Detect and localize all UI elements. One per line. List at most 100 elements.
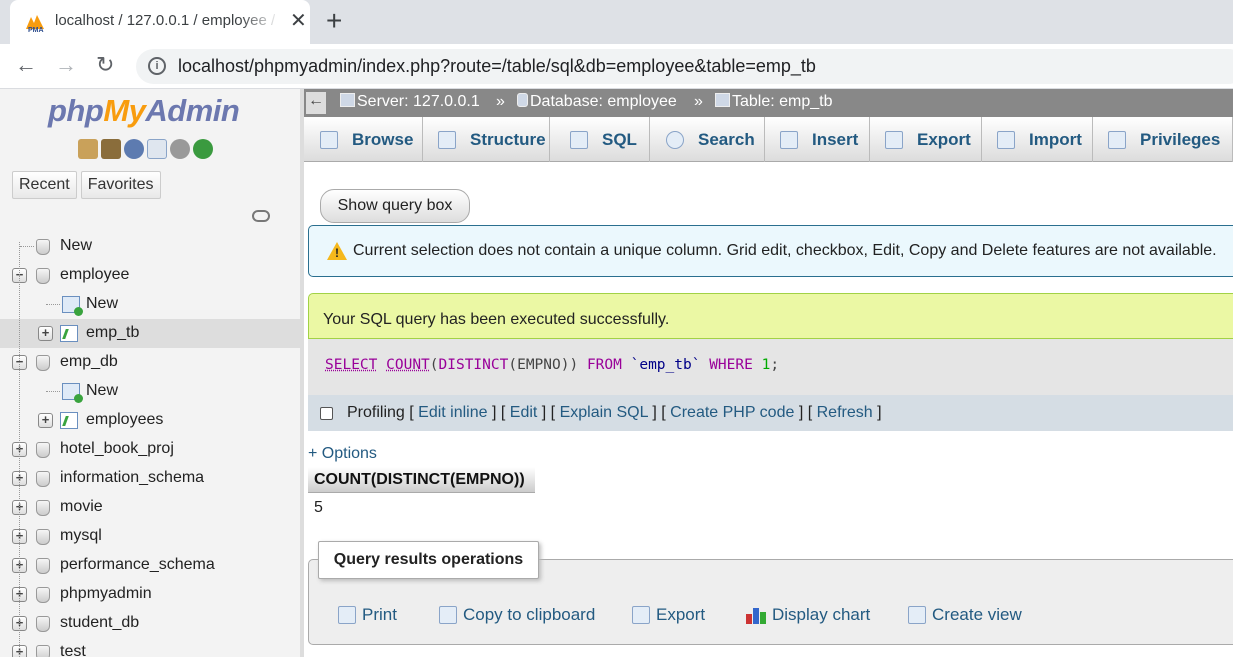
print-link[interactable]: Print xyxy=(338,605,397,625)
tree-item-employee[interactable]: − employee xyxy=(0,261,300,290)
tab-search-label: Search xyxy=(698,129,755,149)
display-chart-label: Display chart xyxy=(772,605,871,624)
tree-item-student-db[interactable]: + student_db xyxy=(0,609,300,638)
logout-icon[interactable] xyxy=(101,139,121,159)
tree-item-phpmyadmin[interactable]: + phpmyadmin xyxy=(0,580,300,609)
browser-tab[interactable]: PMA localhost / 127.0.0.1 / employee / e… xyxy=(10,0,310,44)
tab-insert-label: Insert xyxy=(812,129,859,149)
tree-item-label: New xyxy=(60,237,93,254)
expand-icon[interactable]: + xyxy=(38,326,53,341)
browser-tabbar: PMA localhost / 127.0.0.1 / employee / e… xyxy=(0,0,1233,44)
sql-fn-count[interactable]: COUNT xyxy=(386,357,430,373)
sql-query-display: SELECT COUNT(DISTINCT(EMPNO)) FROM `emp_… xyxy=(308,339,1233,395)
export-label: Export xyxy=(656,605,706,624)
docs-icon[interactable] xyxy=(147,139,167,159)
create-view-link[interactable]: Create view xyxy=(908,605,1022,625)
tree-item-hotel-book-proj[interactable]: + hotel_book_proj xyxy=(0,435,300,464)
new-icon xyxy=(36,239,50,255)
home-icon[interactable] xyxy=(78,139,98,159)
tab-browse[interactable]: Browse xyxy=(304,117,423,162)
expand-icon[interactable]: + xyxy=(38,413,53,428)
url-text[interactable]: localhost/phpmyadmin/index.php?route=/ta… xyxy=(178,56,816,77)
tree-item-information-schema[interactable]: + information_schema xyxy=(0,464,300,493)
result-cell: 5 xyxy=(314,499,323,516)
tree-item-mysql[interactable]: + mysql xyxy=(0,522,300,551)
edit-inline-link[interactable]: Edit inline xyxy=(418,404,487,421)
pma-favicon-icon: PMA xyxy=(26,15,44,33)
tree-item-new[interactable]: New xyxy=(0,290,300,319)
tab-search[interactable]: Search xyxy=(650,117,765,162)
sql-kw-where: WHERE xyxy=(709,357,753,373)
show-query-box-button[interactable]: Show query box xyxy=(320,189,470,223)
sql-kw-distinct: DISTINCT xyxy=(438,357,509,373)
profiling-checkbox[interactable] xyxy=(320,407,333,420)
sql-icon xyxy=(570,130,588,149)
link-with-main-panel-icon[interactable] xyxy=(252,210,270,222)
tree-item-label: information_schema xyxy=(60,469,205,486)
tree-connector xyxy=(20,246,34,247)
tree-item-new[interactable]: New xyxy=(0,377,300,406)
export-link[interactable]: Export xyxy=(632,605,705,625)
options-link[interactable]: + Options xyxy=(308,445,377,463)
result-column-header[interactable]: COUNT(DISTINCT(EMPNO)) xyxy=(308,467,535,493)
breadcrumb-server[interactable]: Server: 127.0.0.1 xyxy=(340,93,480,111)
breadcrumb-database[interactable]: Database: employee xyxy=(517,93,677,111)
settings-gear-icon[interactable] xyxy=(170,139,190,159)
tree-connector xyxy=(46,391,60,392)
tree-item-emp-tb[interactable]: + emp_tb xyxy=(0,319,300,348)
display-chart-link[interactable]: Display chart xyxy=(746,605,870,625)
favorites-button[interactable]: Favorites xyxy=(80,171,161,199)
back-arrow-icon[interactable]: ← xyxy=(15,52,37,78)
tab-structure[interactable]: Structure xyxy=(423,117,550,162)
tree-item-movie[interactable]: + movie xyxy=(0,493,300,522)
tab-import-label: Import xyxy=(1029,129,1082,149)
info-icon[interactable]: i xyxy=(148,57,166,75)
copy-to-clipboard-link[interactable]: Copy to clipboard xyxy=(439,605,595,625)
create-php-code-link[interactable]: Create PHP code xyxy=(670,404,794,421)
tab-import[interactable]: Import xyxy=(982,117,1093,162)
explain-sql-link[interactable]: Explain SQL xyxy=(560,404,648,421)
tab-sql[interactable]: SQL xyxy=(550,117,650,162)
breadcrumb: ← Server: 127.0.0.1 » Database: employee… xyxy=(304,89,1233,117)
tab-close-icon[interactable]: ✕ xyxy=(290,8,307,33)
tree-item-employees[interactable]: + employees xyxy=(0,406,300,435)
reload-nav-icon[interactable] xyxy=(193,139,213,159)
warning-icon: ! xyxy=(327,242,347,260)
tree-item-label: test xyxy=(60,643,86,657)
collapse-nav-icon[interactable]: ← xyxy=(306,92,326,114)
logo-admin: Admin xyxy=(145,93,240,128)
tree-item-label: performance_schema xyxy=(60,556,215,573)
database-icon xyxy=(36,645,50,657)
tab-privileges-label: Privileges xyxy=(1140,129,1221,149)
sql-query-text: SELECT COUNT(DISTINCT(EMPNO)) FROM `emp_… xyxy=(325,357,780,373)
notice-message: ! Current selection does not contain a u… xyxy=(308,225,1233,277)
new-tab-icon[interactable]: + xyxy=(326,5,342,37)
tree-item-test[interactable]: + test xyxy=(0,638,300,657)
tree-item-performance-schema[interactable]: + performance_schema xyxy=(0,551,300,580)
tab-insert[interactable]: Insert xyxy=(765,117,870,162)
forward-arrow-icon[interactable]: → xyxy=(55,52,77,78)
help-icon[interactable] xyxy=(124,139,144,159)
export-results-icon xyxy=(632,606,650,624)
breadcrumb-table[interactable]: Table: emp_tb xyxy=(715,93,833,111)
tree-item-label: employee xyxy=(60,266,130,283)
tab-export[interactable]: Export xyxy=(870,117,982,162)
database-icon xyxy=(36,471,50,487)
tree-item-emp-db[interactable]: − emp_db xyxy=(0,348,300,377)
print-icon xyxy=(338,606,356,624)
sql-kw-select[interactable]: SELECT xyxy=(325,357,377,373)
reload-icon[interactable]: ↻ xyxy=(96,52,114,78)
phpmyadmin-logo[interactable]: phpMyAdmin xyxy=(48,93,240,129)
tree-connector xyxy=(19,242,20,657)
refresh-link[interactable]: Refresh xyxy=(817,404,873,421)
tree-item-label: movie xyxy=(60,498,103,515)
recent-button[interactable]: Recent xyxy=(12,171,77,199)
tree-item-label: phpmyadmin xyxy=(60,585,152,602)
insert-icon xyxy=(780,130,798,149)
url-omnibox[interactable]: i localhost/phpmyadmin/index.php?route=/… xyxy=(136,49,1233,84)
database-icon xyxy=(36,268,50,284)
logo-my: My xyxy=(103,93,146,128)
tab-privileges[interactable]: Privileges xyxy=(1093,117,1233,162)
edit-link[interactable]: Edit xyxy=(510,404,538,421)
tree-item-new[interactable]: New xyxy=(0,232,300,261)
